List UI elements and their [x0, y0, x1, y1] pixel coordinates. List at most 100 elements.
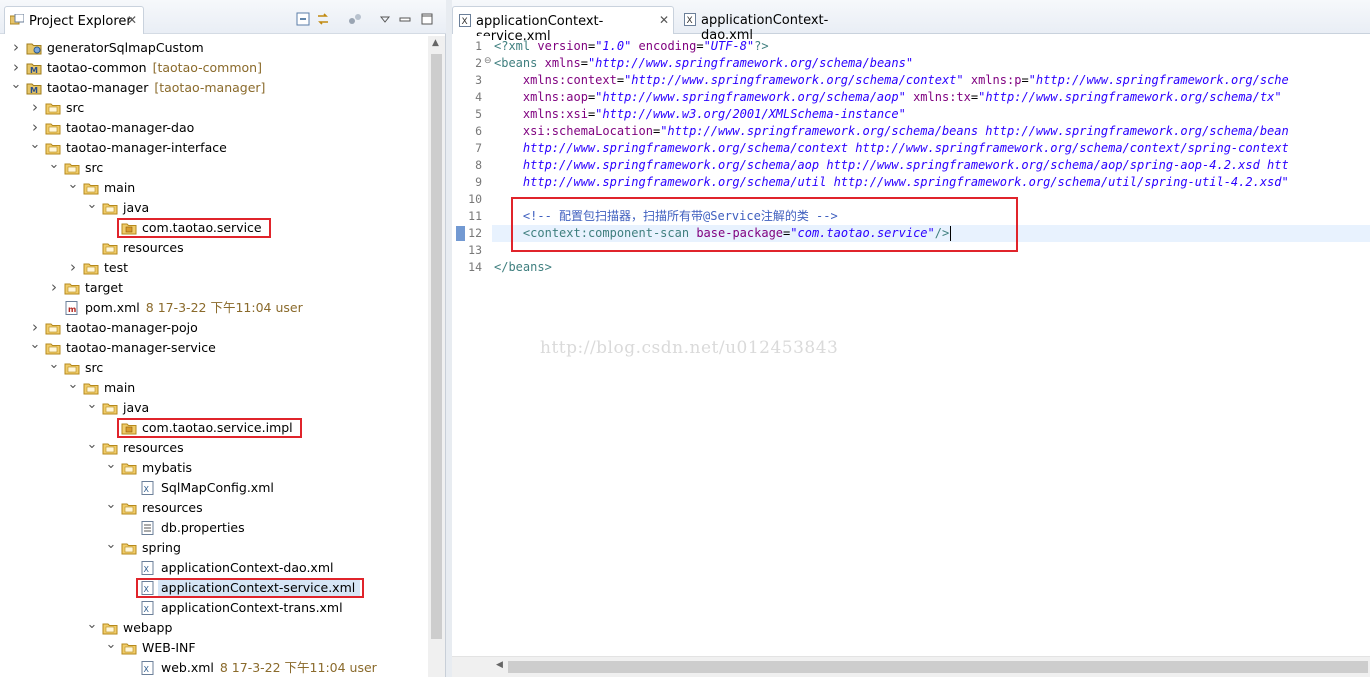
project-explorer-view: Project Explorer ✕ › generatorSqlmapCusto…: [0, 0, 446, 677]
svg-text:X: X: [144, 605, 150, 614]
chevron-right-icon[interactable]: ›: [29, 98, 41, 118]
code-token: xmlns:context: [522, 73, 617, 87]
code-token: http://www.springframework.org/schema/co…: [522, 141, 1289, 155]
chevron-down-icon[interactable]: ⌄: [86, 398, 98, 418]
project-tree: › generatorSqlmapCustom › Mtaotao-common [ta…: [0, 36, 428, 677]
watermark-text: http://blog.csdn.net/u012453843: [540, 338, 839, 358]
tree-item-decoration: [taotao-common]: [152, 60, 262, 75]
code-line: http://www.springframework.org/schema/co…: [494, 140, 1289, 157]
maven-project-icon: M: [26, 61, 42, 75]
folder-icon: [45, 341, 61, 355]
code-token: beans: [501, 56, 538, 70]
chevron-down-icon[interactable]: ⌄: [67, 378, 79, 398]
view-menu-icon[interactable]: [378, 12, 392, 26]
chevron-right-icon[interactable]: ›: [67, 258, 79, 278]
folder-icon: [102, 201, 118, 215]
chevron-down-icon[interactable]: ⌄: [86, 198, 98, 218]
line-number: 4: [475, 90, 482, 104]
project-explorer-tab-label: Project Explorer: [29, 14, 132, 29]
code-line: xmlns:context="http://www.springframewor…: [494, 72, 1289, 89]
maven-pom-icon: m: [64, 301, 80, 315]
maven-project-icon: M: [26, 81, 42, 95]
folder-icon: [102, 241, 118, 255]
tree-item-decoration: 8 17-3-22 下午11:04 user: [219, 660, 377, 675]
chevron-down-icon[interactable]: ⌄: [29, 338, 41, 358]
svg-text:X: X: [462, 17, 468, 27]
tree-item-label: taotao-manager-pojo: [66, 320, 198, 335]
chevron-down-icon[interactable]: ⌄: [48, 158, 60, 178]
chevron-down-icon[interactable]: ⌄: [86, 618, 98, 638]
code-token: >: [544, 260, 552, 274]
scrollbar-thumb[interactable]: [508, 661, 1368, 673]
close-icon[interactable]: ✕: [127, 13, 137, 27]
collapse-all-icon[interactable]: [296, 12, 310, 26]
svg-text:M: M: [30, 66, 38, 75]
tree-item-label: java: [123, 200, 150, 215]
code-token: http://www.springframework.org/schema/ao…: [522, 158, 1289, 172]
code-token: "http://www.springframework.org/schema/b…: [587, 56, 914, 70]
chevron-right-icon[interactable]: ›: [29, 318, 41, 338]
chevron-down-icon[interactable]: ⌄: [48, 358, 60, 378]
code-line: http://www.springframework.org/schema/ao…: [494, 157, 1289, 174]
chevron-right-icon[interactable]: ›: [29, 118, 41, 138]
chevron-down-icon[interactable]: ⌄: [67, 178, 79, 198]
link-with-editor-icon[interactable]: [316, 12, 330, 26]
minimize-icon[interactable]: [398, 12, 412, 26]
chevron-down-icon[interactable]: ⌄: [105, 498, 117, 518]
folder-icon: [121, 641, 137, 655]
tree-item-label: src: [85, 360, 104, 375]
chevron-down-icon[interactable]: ⌄: [10, 78, 22, 98]
code-token: "1.0": [595, 39, 632, 53]
project-explorer-tab[interactable]: Project Explorer ✕: [4, 6, 144, 34]
chevron-down-icon[interactable]: ⌄: [105, 638, 117, 658]
tree-item-label: mybatis: [142, 460, 193, 475]
scroll-left-icon[interactable]: ◀: [496, 660, 503, 670]
editor-horizontal-scrollbar[interactable]: ◀: [452, 656, 1370, 677]
chevron-right-icon[interactable]: ›: [10, 38, 22, 58]
code-token: </: [494, 260, 509, 274]
tree-item-label: main: [104, 180, 136, 195]
svg-text:M: M: [30, 86, 38, 95]
project-explorer-icon: [10, 14, 24, 25]
svg-text:X: X: [144, 665, 150, 674]
tab-applicationcontext-service[interactable]: X applicationContext-service.xml ✕: [452, 6, 674, 44]
close-icon[interactable]: ✕: [659, 13, 669, 27]
tree-item-decoration: [taotao-manager]: [154, 80, 266, 95]
tree-item-label: taotao-manager-dao: [66, 120, 195, 135]
code-token: =: [696, 39, 704, 53]
folder-icon: [83, 181, 99, 195]
tree-item-label: applicationContext-trans.xml: [161, 600, 343, 615]
chevron-right-icon[interactable]: ›: [48, 278, 60, 298]
tab-applicationcontext-dao[interactable]: X applicationContext-dao.xml: [678, 6, 878, 43]
scrollbar-thumb[interactable]: [431, 54, 442, 639]
fold-toggle-icon[interactable]: ⊖: [484, 56, 492, 66]
code-token: "http://www.springframework.org/schema/t…: [978, 90, 1282, 104]
chevron-down-icon[interactable]: ⌄: [105, 458, 117, 478]
scroll-up-icon[interactable]: ▲: [432, 38, 439, 48]
svg-text:m: m: [68, 305, 76, 314]
line-number: 14: [468, 260, 482, 274]
chevron-down-icon[interactable]: ⌄: [105, 538, 117, 558]
folder-icon: [45, 121, 61, 135]
chevron-right-icon[interactable]: ›: [10, 58, 22, 78]
chevron-down-icon[interactable]: ⌄: [86, 438, 98, 458]
line-number: 13: [468, 243, 482, 257]
tree-item-label: taotao-manager-interface: [66, 140, 227, 155]
code-token: beans: [508, 260, 545, 274]
maximize-icon[interactable]: [420, 12, 434, 26]
chevron-down-icon[interactable]: ⌄: [29, 138, 41, 158]
code-token: encoding: [638, 39, 697, 53]
tree-item-label: pom.xml: [85, 300, 140, 315]
tree-item-label: main: [104, 380, 136, 395]
explorer-vertical-scrollbar[interactable]: ▲: [428, 36, 445, 677]
group-icon[interactable]: [348, 12, 362, 26]
